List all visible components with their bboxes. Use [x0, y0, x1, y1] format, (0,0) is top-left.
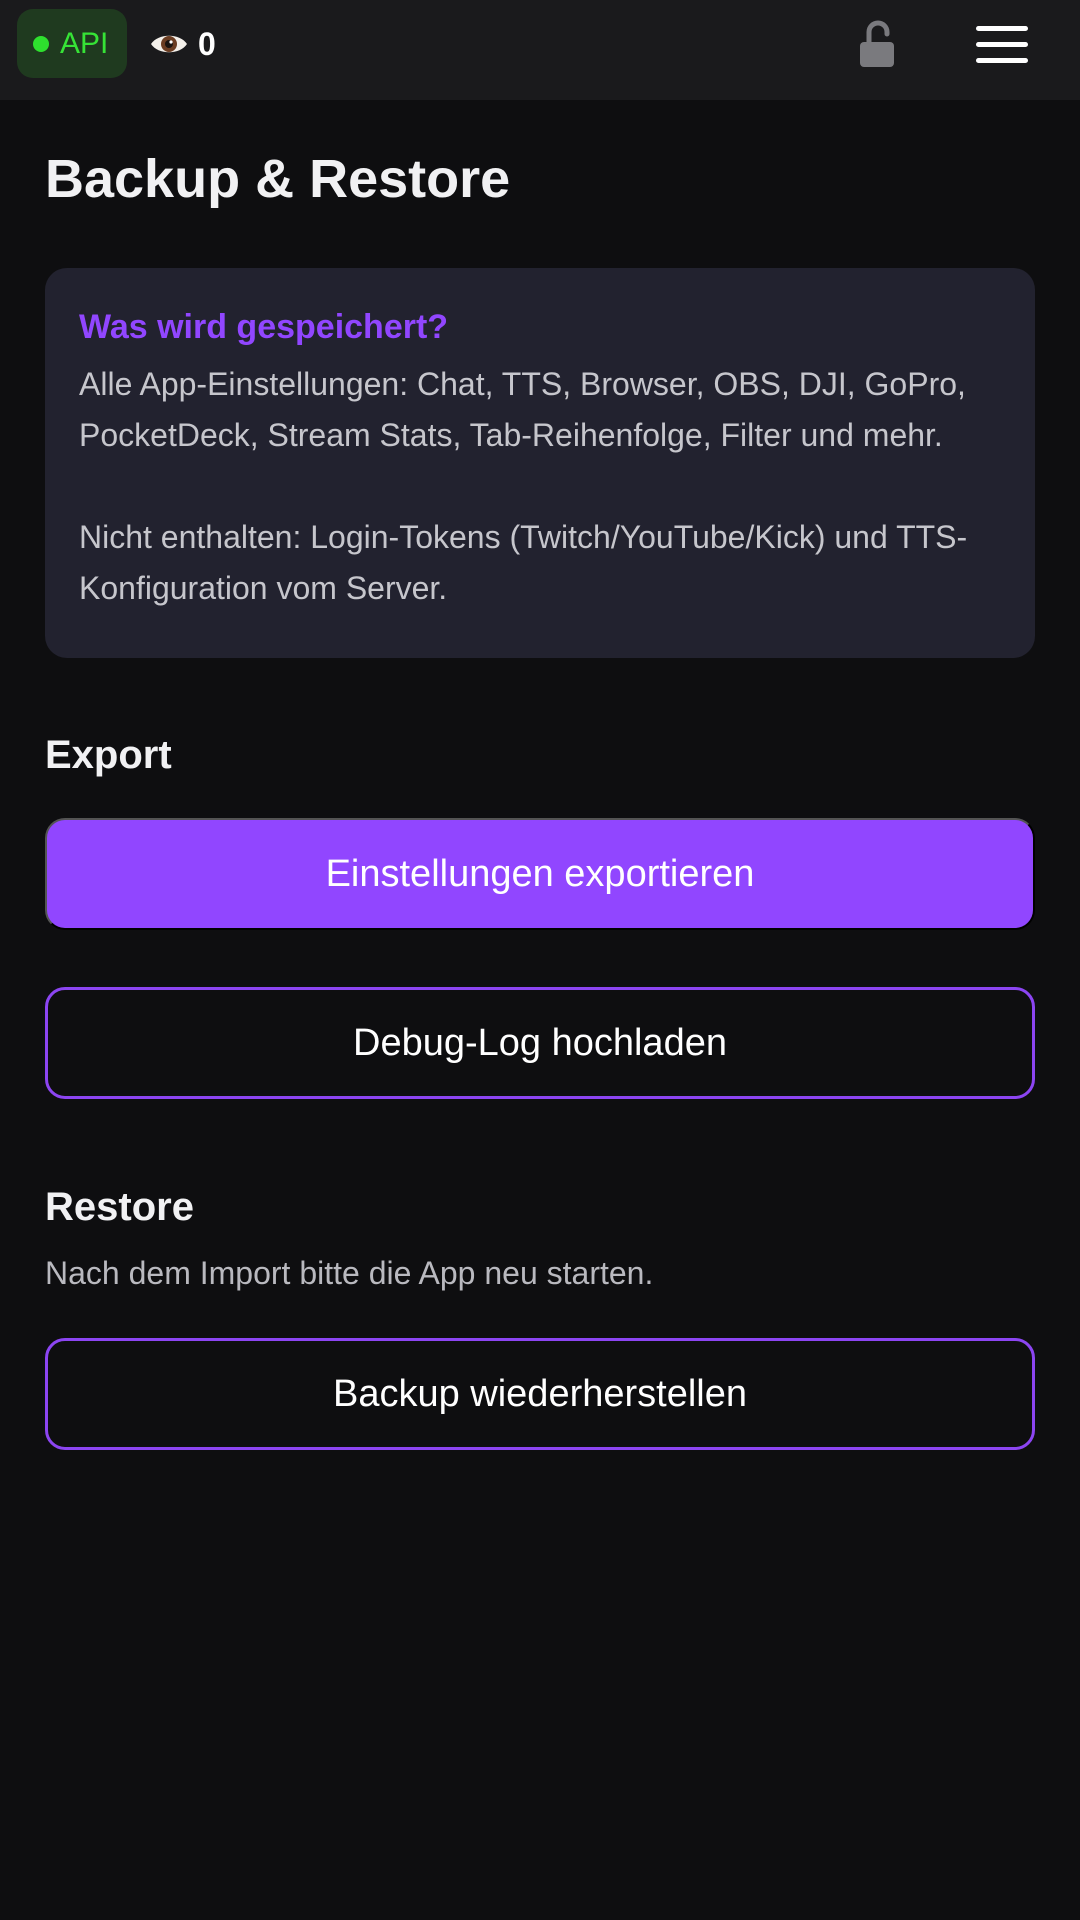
export-settings-button[interactable]: Einstellungen exportieren	[45, 818, 1035, 930]
restore-heading: Restore	[45, 1185, 194, 1229]
upload-debug-log-button[interactable]: Debug-Log hochladen	[45, 987, 1035, 1099]
info-card-title: Was wird gespeichert?	[79, 308, 449, 346]
info-included-text: Alle App-Einstellungen: Chat, TTS, Brows…	[79, 366, 966, 453]
unlocked-padlock-icon[interactable]	[857, 20, 897, 68]
restore-hint: Nach dem Import bitte die App neu starte…	[45, 1255, 654, 1291]
api-status-badge[interactable]: API	[17, 9, 127, 78]
viewer-count: 0	[198, 25, 216, 62]
top-bar: API 0	[0, 0, 1080, 100]
info-card: Was wird gespeichert? Alle App-Einstellu…	[45, 268, 1035, 658]
viewer-counter: 0	[150, 22, 216, 66]
restore-backup-button[interactable]: Backup wiederherstellen	[45, 1338, 1035, 1450]
api-status-label: API	[60, 26, 109, 60]
api-status-dot	[33, 35, 49, 52]
eye-icon	[151, 35, 187, 53]
hamburger-menu-icon[interactable]	[976, 26, 1028, 63]
export-heading: Export	[45, 733, 172, 777]
info-excluded-text: Nicht enthalten: Login-Tokens (Twitch/Yo…	[79, 519, 968, 606]
page-title: Backup & Restore	[45, 149, 511, 209]
